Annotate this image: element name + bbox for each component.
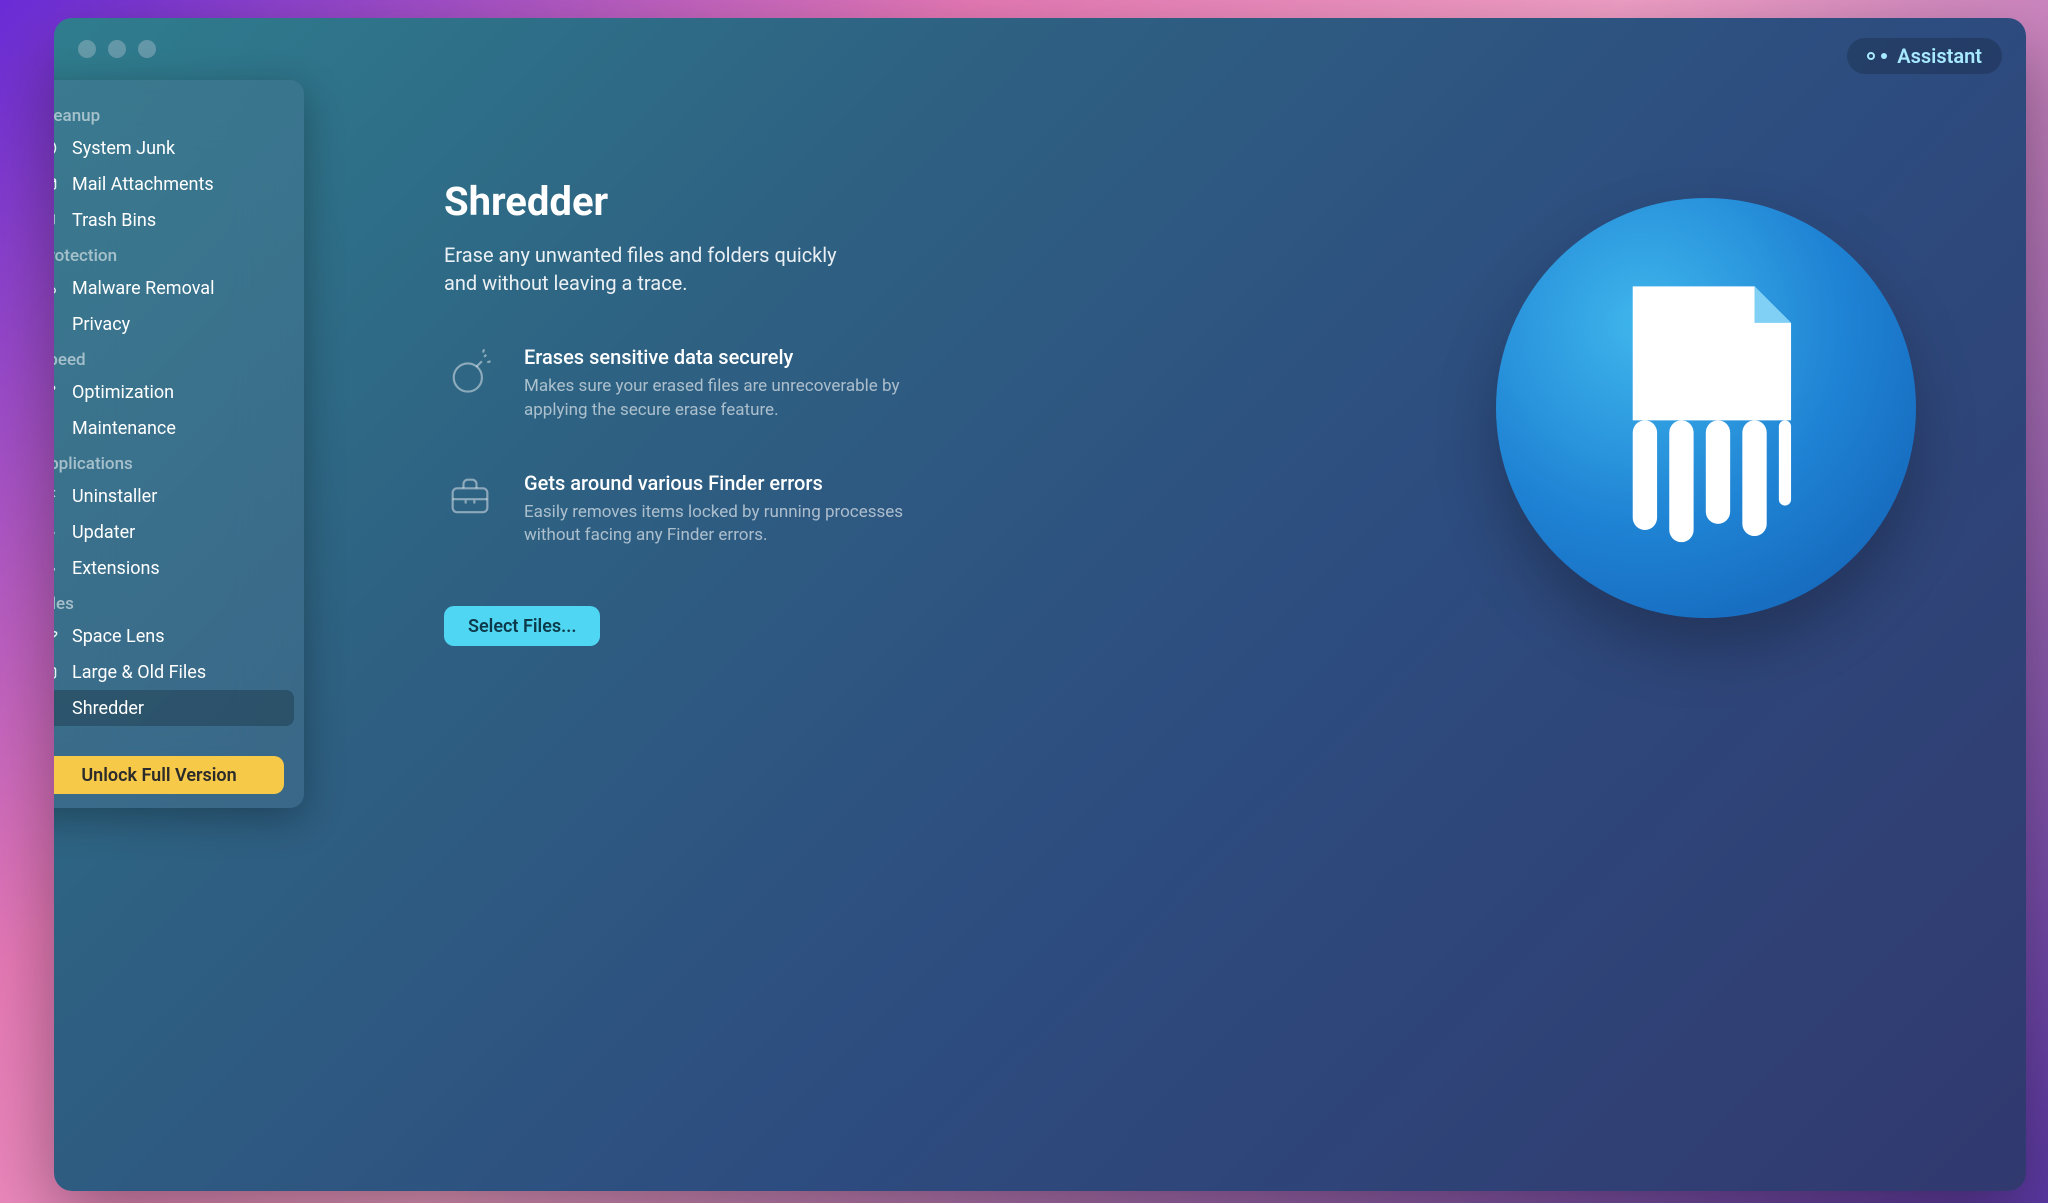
folder-icon (54, 662, 58, 682)
biohazard-icon (54, 278, 58, 298)
sidebar-item-label: Large & Old Files (72, 662, 206, 683)
sidebar-item-label: Maintenance (72, 418, 176, 439)
sidebar-section-speed: Speed (54, 342, 294, 374)
sidebar-item-mail-attachments[interactable]: Mail Attachments (54, 166, 294, 202)
assistant-button[interactable]: Assistant (1847, 38, 2002, 74)
sidebar-item-label: Uninstaller (72, 486, 157, 507)
sidebar-item-space-lens[interactable]: Space Lens (54, 618, 294, 654)
assistant-indicator-icon (1867, 52, 1887, 60)
sidebar-item-label: Optimization (72, 382, 174, 403)
close-window-button[interactable] (78, 40, 96, 58)
select-files-label: Select Files... (468, 616, 576, 637)
puzzle-icon (54, 558, 58, 578)
update-icon (54, 522, 58, 542)
sidebar-section-files: Files (54, 586, 294, 618)
sidebar-item-malware-removal[interactable]: Malware Removal (54, 270, 294, 306)
sidebar-item-extensions[interactable]: Extensions (54, 550, 294, 586)
mail-icon (54, 174, 58, 194)
unlock-label: Unlock Full Version (81, 765, 236, 786)
sidebar-item-label: System Junk (72, 138, 175, 159)
shredder-illustration (1496, 198, 1916, 618)
sidebar-item-label: Mail Attachments (72, 174, 214, 195)
select-files-button[interactable]: Select Files... (444, 606, 600, 646)
shredded-file-icon (1584, 262, 1828, 554)
sidebar-item-label: Updater (72, 522, 135, 543)
wrench-icon (54, 418, 58, 438)
sidebar-item-label: Extensions (72, 558, 160, 579)
toolbox-icon (444, 471, 496, 523)
sidebar-section-applications: Applications (54, 446, 294, 478)
sidebar-item-label: Shredder (72, 698, 144, 719)
unlock-full-version-button[interactable]: Unlock Full Version (54, 756, 284, 794)
sidebar-item-shredder[interactable]: Shredder (54, 690, 294, 726)
sidebar-item-label: Space Lens (72, 626, 165, 647)
trash-icon (54, 210, 58, 230)
feature-finder-errors: Gets around various Finder errors Easily… (444, 471, 924, 549)
sidebar-item-large-old-files[interactable]: Large & Old Files (54, 654, 294, 690)
sidebar-item-system-junk[interactable]: System Junk (54, 130, 294, 166)
sidebar-item-label: Trash Bins (72, 210, 156, 231)
sidebar-item-maintenance[interactable]: Maintenance (54, 410, 294, 446)
planet-icon (54, 626, 58, 646)
feature-description: Easily removes items locked by running p… (524, 501, 924, 549)
sliders-icon (54, 382, 58, 402)
uninstall-icon (54, 486, 58, 506)
feature-title: Gets around various Finder errors (524, 471, 924, 495)
bomb-icon (444, 345, 496, 397)
sidebar-section-cleanup: Cleanup (54, 98, 294, 130)
sidebar-item-optimization[interactable]: Optimization (54, 374, 294, 410)
sidebar: Cleanup System Junk Mail Attachments Tra… (54, 80, 304, 808)
feature-description: Makes sure your erased files are unrecov… (524, 375, 924, 423)
shredder-icon (54, 698, 58, 718)
page-subtitle: Erase any unwanted files and folders qui… (444, 241, 864, 297)
app-window: Assistant Cleanup System Junk Mail Attac… (54, 18, 2026, 1191)
disk-icon (54, 138, 58, 158)
assistant-label: Assistant (1897, 44, 1982, 68)
minimize-window-button[interactable] (108, 40, 126, 58)
sidebar-section-protection: Protection (54, 238, 294, 270)
sidebar-item-trash-bins[interactable]: Trash Bins (54, 202, 294, 238)
maximize-window-button[interactable] (138, 40, 156, 58)
sidebar-item-uninstaller[interactable]: Uninstaller (54, 478, 294, 514)
sidebar-item-updater[interactable]: Updater (54, 514, 294, 550)
hand-icon (54, 314, 58, 334)
feature-secure-erase: Erases sensitive data securely Makes sur… (444, 345, 924, 423)
sidebar-item-label: Malware Removal (72, 278, 214, 299)
window-controls (78, 40, 156, 58)
feature-title: Erases sensitive data securely (524, 345, 924, 369)
sidebar-item-label: Privacy (72, 314, 130, 335)
sidebar-item-privacy[interactable]: Privacy (54, 306, 294, 342)
